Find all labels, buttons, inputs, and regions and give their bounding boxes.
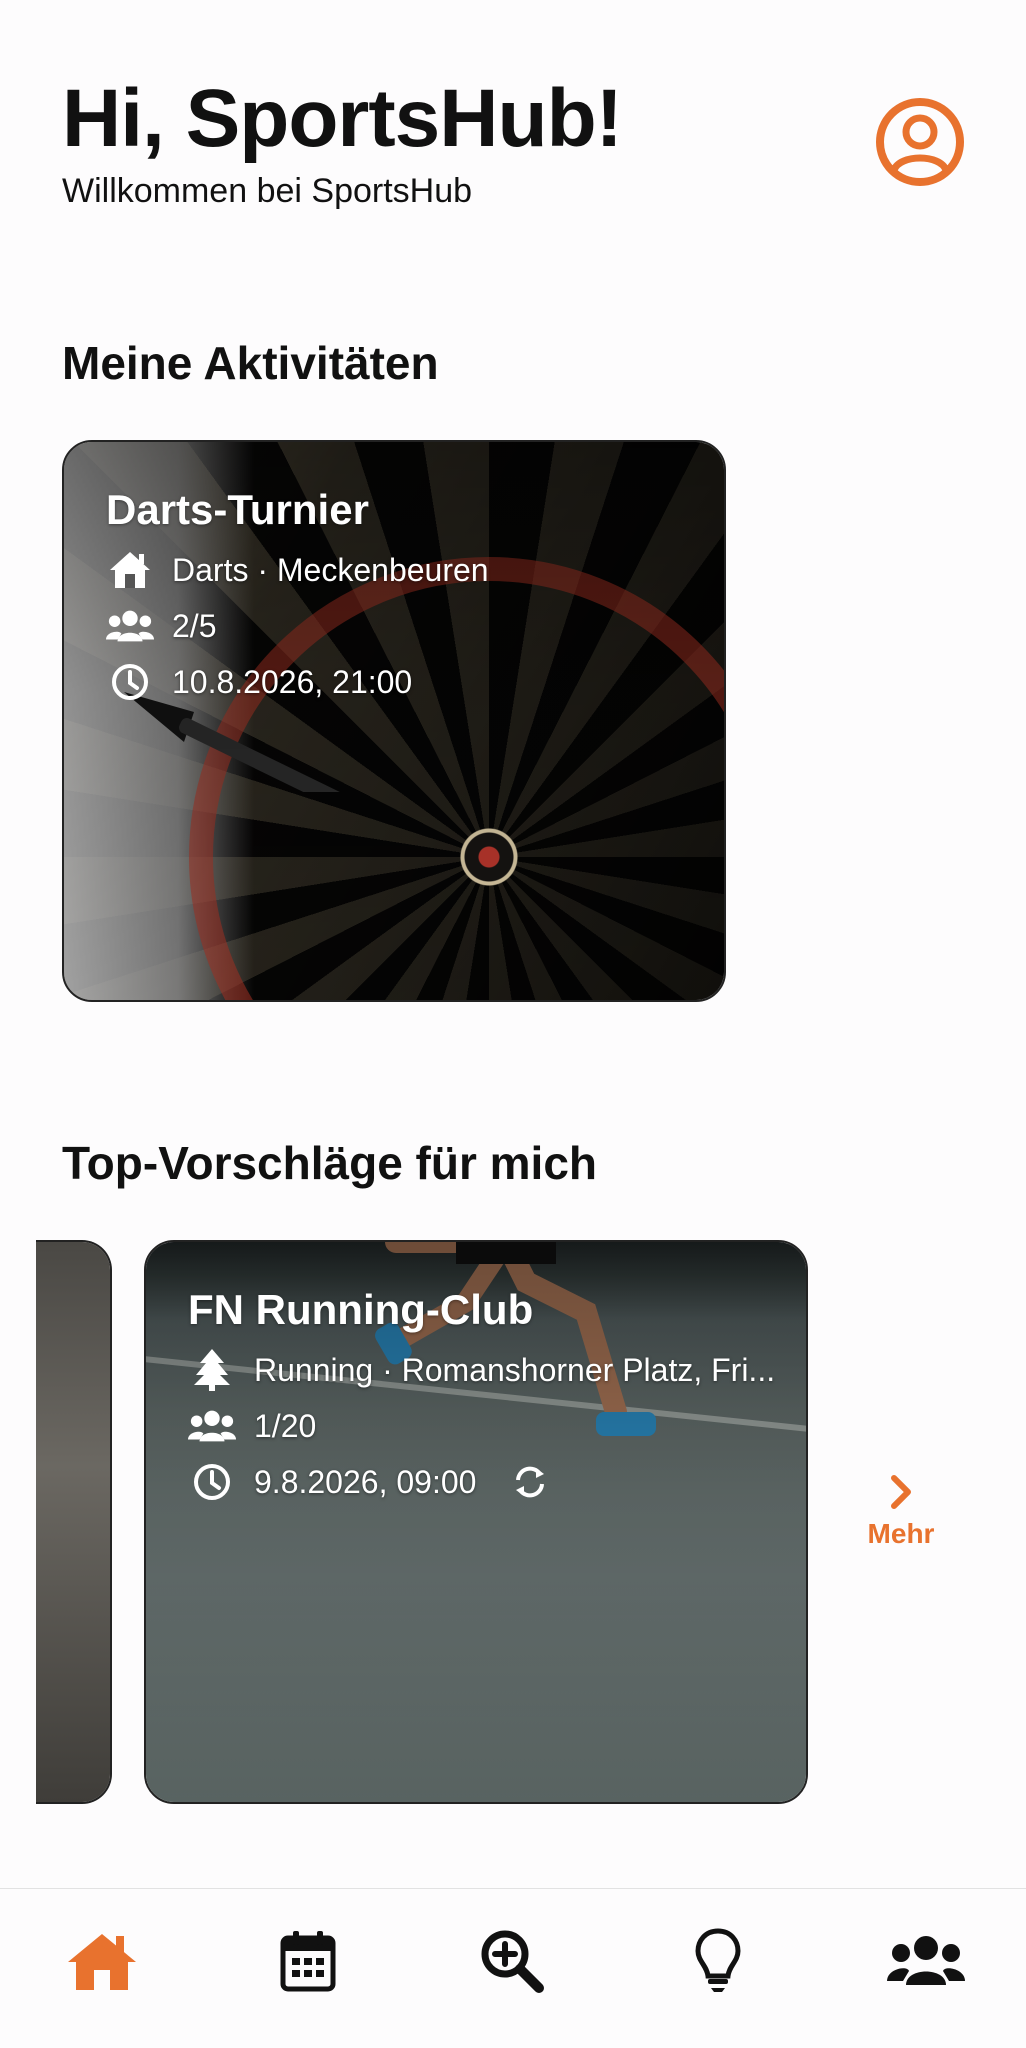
card-time-row: 10.8.2026, 21:00 bbox=[106, 662, 704, 702]
card-participants: 1/20 bbox=[254, 1407, 317, 1444]
section-title-activities: Meine Aktivitäten bbox=[62, 337, 439, 389]
nav-ideas[interactable] bbox=[668, 1911, 768, 2011]
lightbulb-icon bbox=[695, 1928, 741, 1992]
nav-search[interactable] bbox=[462, 1911, 562, 2011]
users-icon bbox=[106, 606, 154, 646]
card-datetime: 10.8.2026, 21:00 bbox=[172, 663, 413, 700]
card-title: Darts-Turnier bbox=[106, 486, 369, 533]
page-subtitle: Willkommen bei SportsHub bbox=[62, 172, 473, 210]
nav-calendar[interactable] bbox=[258, 1911, 358, 2011]
card-location-row: Running · Romanshorner Platz, Fri... bbox=[188, 1349, 786, 1391]
nav-community[interactable] bbox=[876, 1911, 976, 2011]
more-button[interactable]: Mehr bbox=[856, 1472, 946, 1550]
card-participants: 2/5 bbox=[172, 607, 217, 644]
card-location: Running · Romanshorner Platz, Fri... bbox=[254, 1351, 776, 1388]
card-location-row: Darts · Meckenbeuren bbox=[106, 550, 704, 590]
home-screen: Hi, SportsHub! Willkommen bei SportsHub … bbox=[0, 0, 1026, 2048]
card-location: Darts · Meckenbeuren bbox=[172, 551, 489, 588]
card-participants-row: 1/20 bbox=[188, 1406, 786, 1446]
clock-icon bbox=[106, 662, 154, 702]
card-title: FN Running-Club bbox=[188, 1286, 534, 1333]
users-icon bbox=[887, 1936, 965, 1985]
section-title-suggestions: Top-Vorschläge für mich bbox=[62, 1137, 598, 1189]
chevron-right-icon bbox=[891, 1475, 911, 1509]
users-icon bbox=[188, 1406, 236, 1446]
nav-home[interactable] bbox=[52, 1911, 152, 2011]
card-image-partial bbox=[36, 1242, 110, 1802]
tree-icon bbox=[188, 1349, 236, 1391]
suggestion-card-previous[interactable] bbox=[36, 1240, 112, 1804]
page-title: Hi, SportsHub! bbox=[62, 73, 623, 164]
suggestion-card-running[interactable]: FN Running-Club Running · Romanshorner P… bbox=[144, 1240, 808, 1804]
bottom-nav bbox=[0, 1888, 1026, 2048]
card-participants-row: 2/5 bbox=[106, 606, 704, 646]
more-label: Mehr bbox=[867, 1518, 935, 1549]
card-datetime: 9.8.2026, 09:00 bbox=[254, 1463, 477, 1500]
house-icon bbox=[106, 550, 154, 590]
clock-icon bbox=[188, 1462, 236, 1502]
user-circle-icon bbox=[876, 98, 964, 186]
calendar-icon bbox=[280, 1931, 336, 1992]
search-plus-icon bbox=[481, 1930, 544, 1993]
repeat-icon bbox=[506, 1462, 554, 1502]
card-content: Darts-Turnier Darts · Meckenbeuren 2/5 1… bbox=[106, 486, 704, 702]
home-icon bbox=[68, 1934, 136, 1990]
profile-button[interactable] bbox=[874, 96, 966, 188]
card-time-row: 9.8.2026, 09:00 bbox=[188, 1462, 786, 1502]
activity-card-darts[interactable]: Darts-Turnier Darts · Meckenbeuren 2/5 1… bbox=[62, 440, 726, 1002]
card-content: FN Running-Club Running · Romanshorner P… bbox=[188, 1286, 786, 1502]
